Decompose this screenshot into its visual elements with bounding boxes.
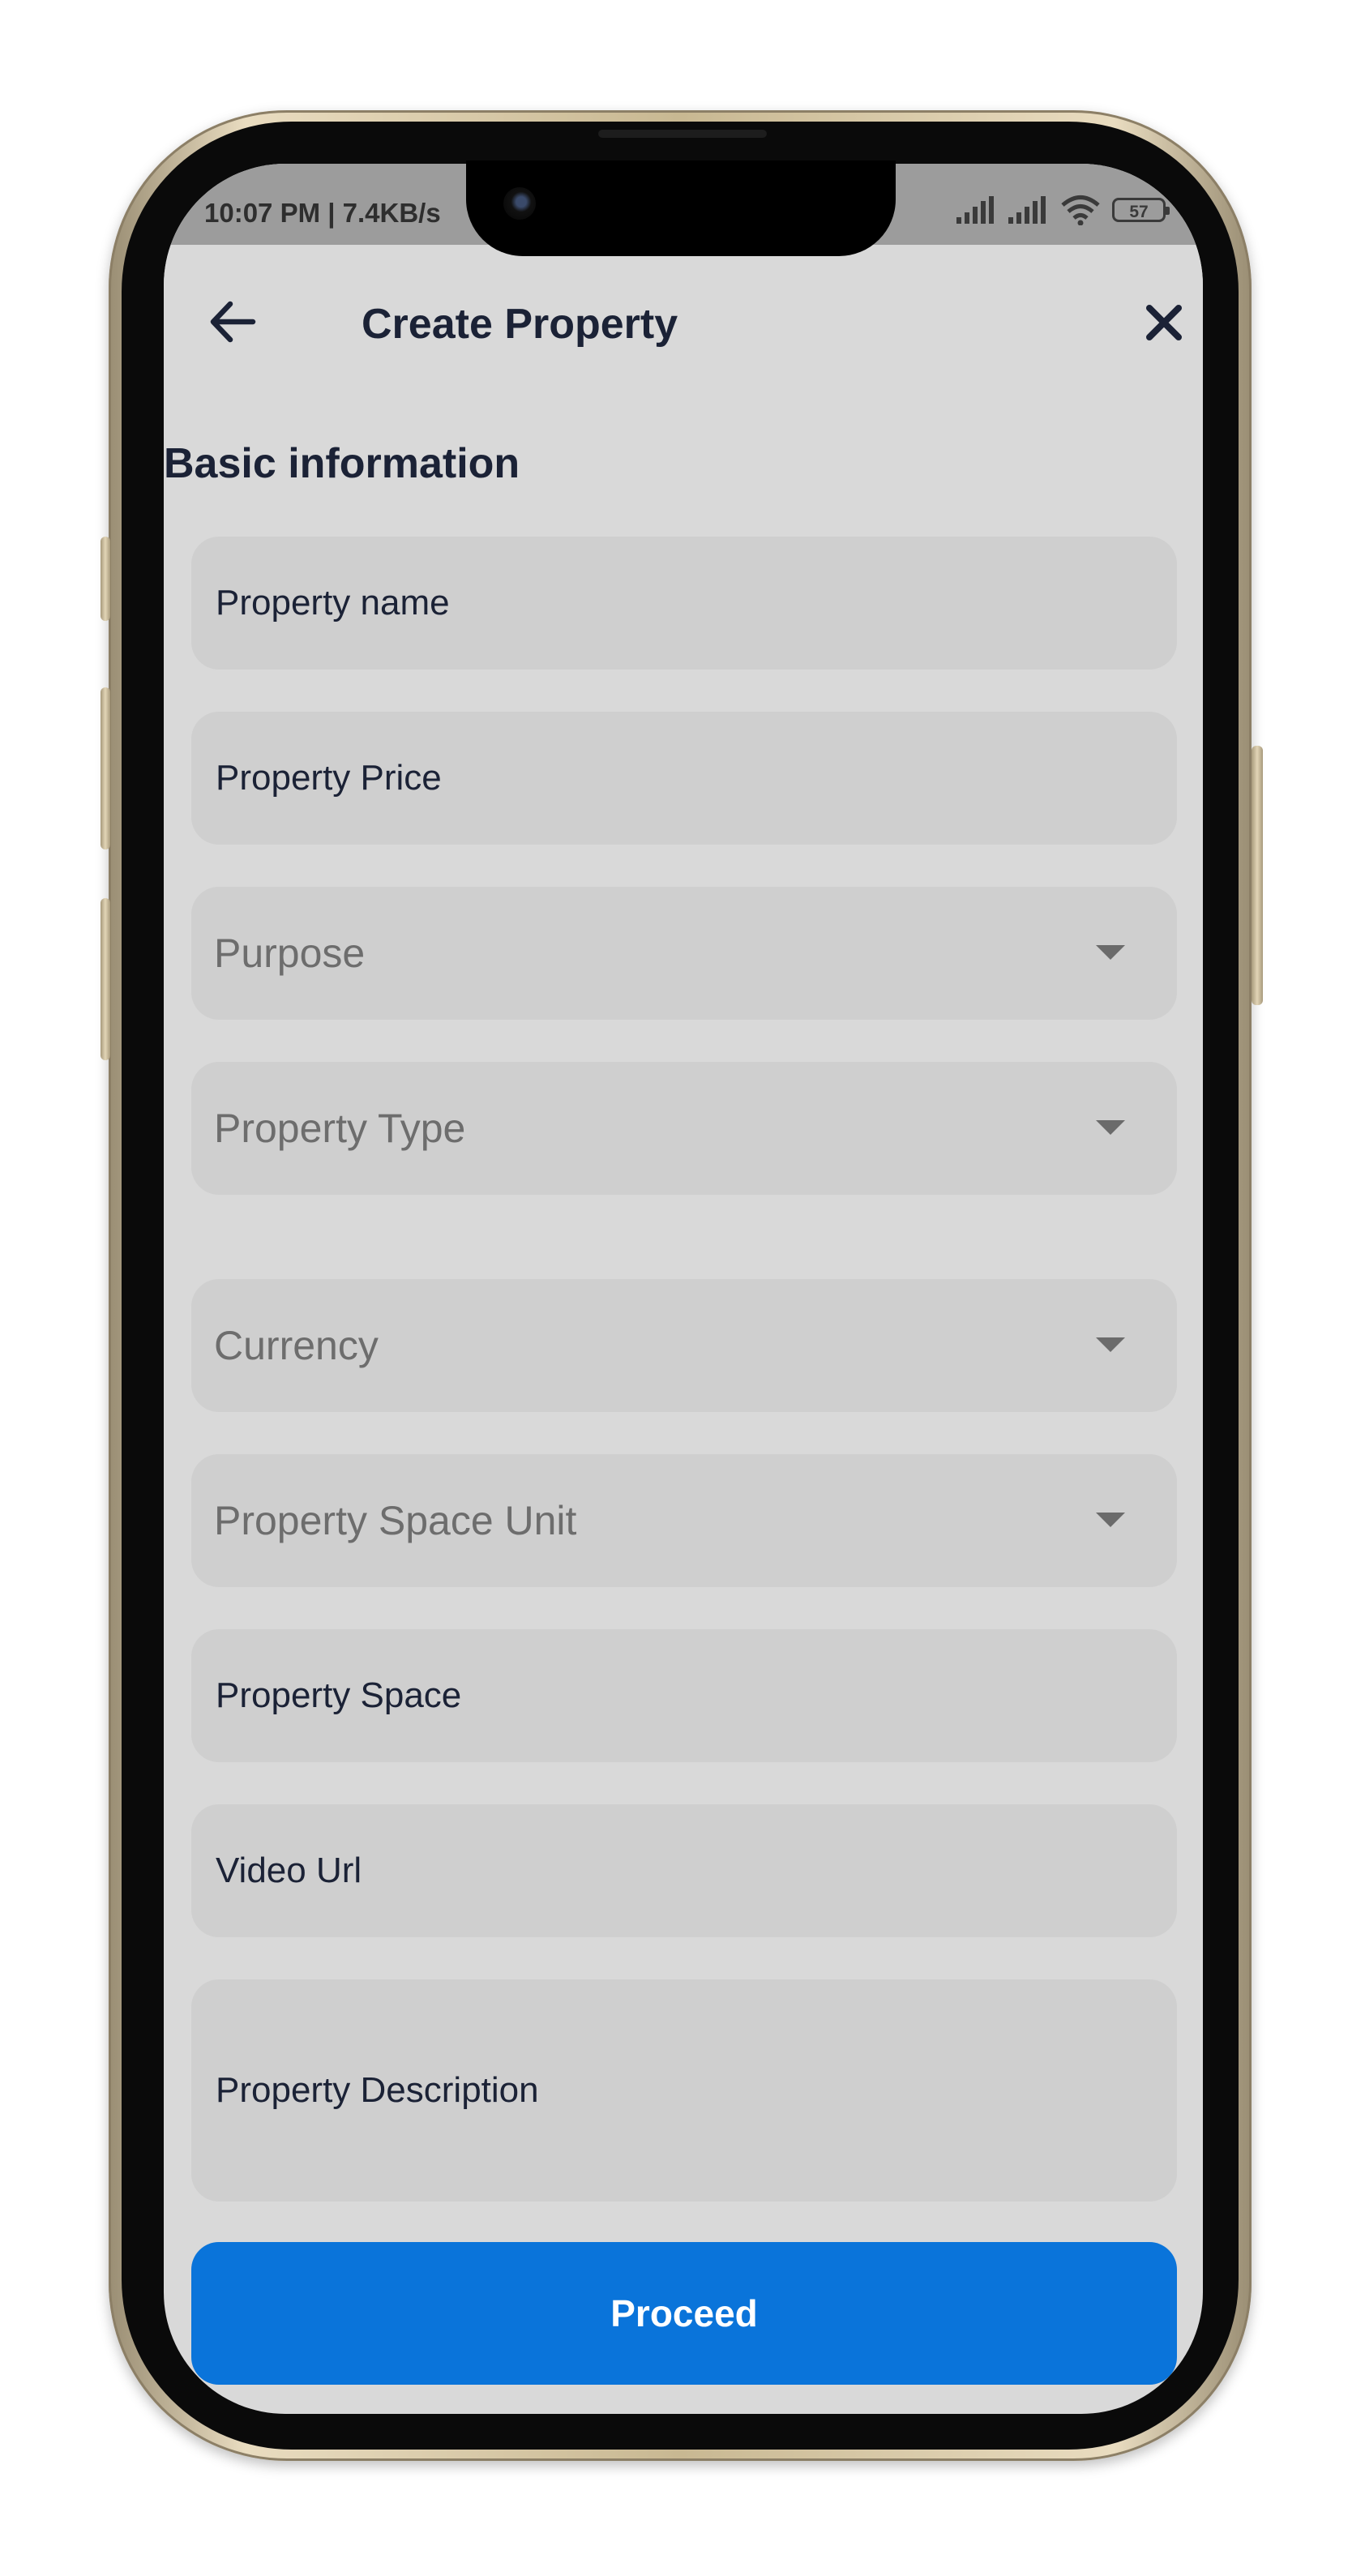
- side-button-volume-up: [101, 687, 110, 849]
- battery-level: 57: [1129, 203, 1149, 221]
- currency-label: Currency: [214, 1323, 379, 1368]
- proceed-button[interactable]: Proceed: [191, 2242, 1177, 2385]
- back-button[interactable]: [204, 293, 261, 350]
- battery-icon: 57: [1112, 198, 1170, 222]
- dropdown-arrow-icon: [1096, 945, 1125, 960]
- video-url-field: [191, 1804, 1177, 1938]
- property-space-input[interactable]: [214, 1628, 1177, 1763]
- arrow-left-icon: [210, 301, 256, 343]
- side-button-volume-down: [101, 898, 110, 1060]
- side-button-power: [1252, 746, 1263, 1005]
- video-url-input[interactable]: [214, 1804, 1177, 1938]
- property-type-label: Property Type: [214, 1106, 466, 1151]
- status-icons: 57: [956, 195, 1170, 225]
- page-title: Create Property: [362, 301, 678, 348]
- signal-icon: [1008, 196, 1046, 224]
- property-description-field: [191, 1979, 1177, 2202]
- close-button[interactable]: [1138, 297, 1190, 349]
- app-screen: 10:07 PM | 7.4KB/s 57 Create Property Ba…: [164, 164, 1203, 2414]
- property-name-input[interactable]: [214, 536, 1177, 670]
- app-bar: Create Property: [164, 245, 1203, 400]
- camera-icon: [503, 187, 536, 220]
- property-description-input[interactable]: [214, 1979, 1177, 2202]
- property-price-field: [191, 711, 1177, 845]
- wifi-icon: [1061, 195, 1100, 225]
- space-unit-label: Property Space Unit: [214, 1498, 577, 1543]
- side-button-mute: [101, 537, 110, 621]
- purpose-label: Purpose: [214, 931, 366, 976]
- close-icon: [1146, 305, 1182, 340]
- status-time: 10:07 PM | 7.4KB/s: [204, 198, 441, 228]
- dropdown-arrow-icon: [1096, 1513, 1125, 1527]
- property-type-dropdown[interactable]: Property Type: [191, 1062, 1177, 1195]
- property-name-field: [191, 536, 1177, 670]
- currency-dropdown[interactable]: Currency: [191, 1279, 1177, 1412]
- property-price-input[interactable]: [214, 711, 1177, 845]
- section-title: Basic information: [164, 440, 520, 487]
- dropdown-arrow-icon: [1096, 1337, 1125, 1352]
- dropdown-arrow-icon: [1096, 1120, 1125, 1135]
- purpose-dropdown[interactable]: Purpose: [191, 887, 1177, 1020]
- property-space-field: [191, 1628, 1177, 1763]
- signal-icon: [956, 196, 994, 224]
- space-unit-dropdown[interactable]: Property Space Unit: [191, 1454, 1177, 1587]
- earpiece-speaker: [598, 130, 767, 138]
